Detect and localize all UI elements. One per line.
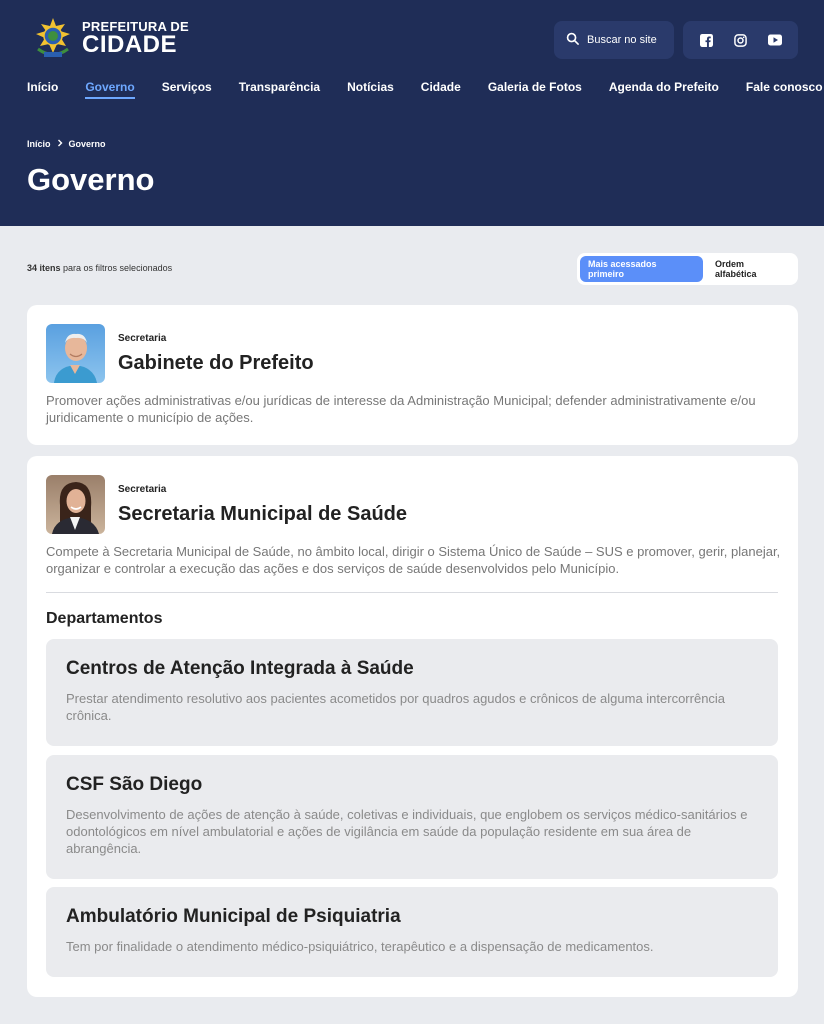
department-description: Desenvolvimento de ações de atenção à sa… (66, 807, 748, 856)
nav-item-servicos[interactable]: Serviços (162, 80, 212, 99)
department-item[interactable]: Centros de Atenção Integrada à Saúde Pre… (46, 639, 778, 746)
department-item[interactable]: CSF São Diego Desenvolvimento de ações d… (46, 755, 778, 879)
page-title: Governo (27, 162, 155, 197)
site-header: PREFEITURA DE CIDADE Buscar no site Iníc… (0, 0, 824, 226)
avatar (46, 324, 105, 383)
nav-item-noticias[interactable]: Notícias (347, 80, 394, 99)
instagram-icon[interactable] (728, 28, 752, 52)
nav-item-agenda[interactable]: Agenda do Prefeito (609, 80, 719, 99)
search-label: Buscar no site (587, 34, 657, 46)
nav-item-fale-conosco[interactable]: Fale conosco (746, 80, 823, 99)
card-gabinete[interactable]: Secretaria Gabinete do Prefeito Promover… (27, 305, 798, 445)
results-count-suffix: para os filtros selecionados (60, 263, 173, 273)
nav-item-galeria[interactable]: Galeria de Fotos (488, 80, 582, 99)
nav-item-transparencia[interactable]: Transparência (239, 80, 320, 99)
department-title: Centros de Atenção Integrada à Saúde (66, 658, 414, 679)
logo-line2: CIDADE (82, 30, 178, 58)
department-title: CSF São Diego (66, 774, 203, 795)
card-saude[interactable]: Secretaria Secretaria Municipal de Saúde… (27, 456, 798, 997)
card-description: Promover ações administrativas e/ou jurí… (46, 393, 756, 425)
card-title[interactable]: Gabinete do Prefeito (118, 352, 314, 375)
search-icon (566, 32, 579, 48)
divider (46, 592, 778, 593)
main-nav: Início Governo Serviços Transparência No… (27, 80, 823, 99)
results-count: 34 itens para os filtros selecionados (27, 263, 172, 273)
card-description: Compete à Secretaria Municipal de Saúde,… (46, 544, 781, 576)
sort-alphabetical-button[interactable]: Ordem alfabética (707, 256, 795, 282)
card-kicker: Secretaria (118, 484, 167, 495)
breadcrumb-current: Governo (68, 139, 106, 149)
breadcrumb-home[interactable]: Início (27, 139, 51, 149)
nav-item-governo[interactable]: Governo (85, 80, 135, 99)
results-toolbar: 34 itens para os filtros selecionados Ma… (27, 253, 798, 285)
social-links (683, 21, 798, 59)
nav-item-cidade[interactable]: Cidade (421, 80, 461, 99)
coat-of-arms-icon (32, 16, 74, 60)
department-description: Tem por finalidade o atendimento médico-… (66, 939, 654, 954)
sort-toggle: Mais acessados primeiro Ordem alfabética (577, 253, 798, 285)
avatar (46, 475, 105, 534)
card-kicker: Secretaria (118, 333, 167, 344)
breadcrumb: Início Governo (27, 139, 106, 149)
results-count-number: 34 itens (27, 263, 61, 273)
youtube-icon[interactable] (763, 28, 787, 52)
departments-heading: Departamentos (46, 610, 163, 627)
department-title: Ambulatório Municipal de Psiquiatria (66, 906, 401, 927)
search-button[interactable]: Buscar no site (554, 21, 674, 59)
logo[interactable]: PREFEITURA DE CIDADE (32, 16, 189, 60)
nav-item-inicio[interactable]: Início (27, 80, 58, 99)
sort-most-accessed-button[interactable]: Mais acessados primeiro (580, 256, 703, 282)
facebook-icon[interactable] (694, 28, 718, 52)
card-title[interactable]: Secretaria Municipal de Saúde (118, 503, 407, 526)
chevron-right-icon (57, 139, 63, 149)
department-item[interactable]: Ambulatório Municipal de Psiquiatria Tem… (46, 887, 778, 977)
department-description: Prestar atendimento resolutivo aos pacie… (66, 691, 726, 723)
